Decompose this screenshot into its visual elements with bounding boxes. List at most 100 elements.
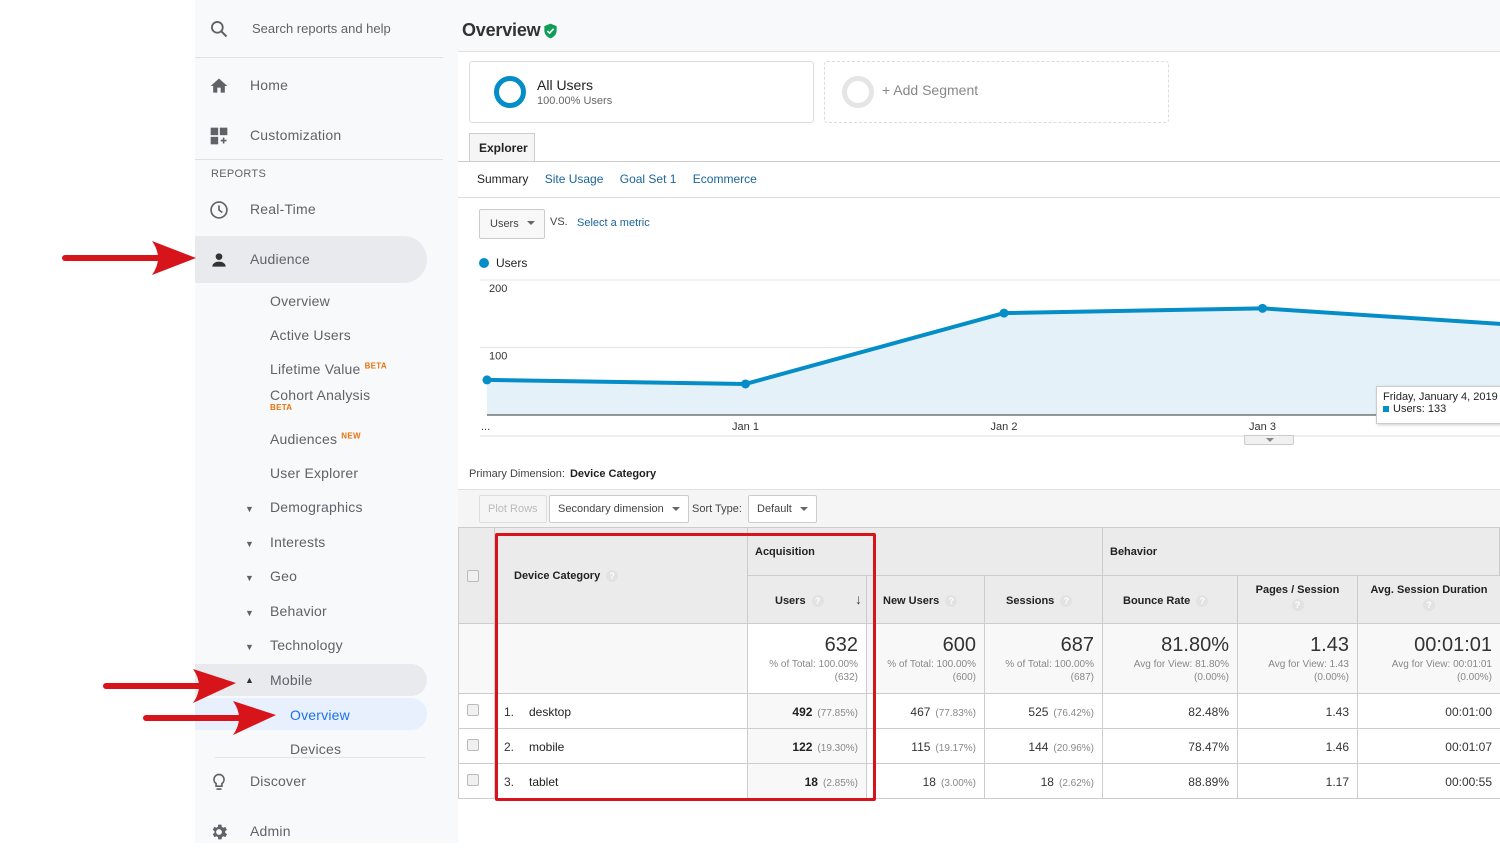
help-icon[interactable]: ? bbox=[1423, 599, 1435, 611]
cell-value: 00:01:07 bbox=[1445, 740, 1492, 754]
sidebar-item-customization[interactable]: Customization bbox=[195, 112, 427, 158]
cell-value: 1.46 bbox=[1325, 740, 1349, 754]
row-index: 3. bbox=[504, 775, 515, 789]
column-header-pages-session[interactable]: Pages / Session ? bbox=[1238, 576, 1358, 624]
cell-value: 144 (20.96%) bbox=[1028, 740, 1094, 754]
total-subtext-line: % of Total: 100.00% bbox=[769, 659, 858, 670]
chart-tooltip: Friday, January 4, 2019 Users: 133 bbox=[1376, 386, 1500, 424]
sidebar-item-technology[interactable]: Technology bbox=[270, 637, 343, 653]
sidebar-item-audiences[interactable]: Audiences NEW bbox=[270, 431, 361, 447]
help-icon[interactable]: ? bbox=[945, 595, 958, 607]
column-header-users[interactable]: Users? ↓ bbox=[748, 576, 867, 624]
help-icon[interactable]: ? bbox=[1291, 599, 1304, 611]
annotation-arrow-audience bbox=[62, 241, 196, 275]
search-reports[interactable]: Search reports and help bbox=[195, 0, 443, 58]
sidebar-item-interests[interactable]: Interests bbox=[270, 534, 326, 550]
add-segment-button[interactable]: + Add Segment bbox=[824, 61, 1169, 123]
column-header-sessions[interactable]: Sessions? bbox=[985, 576, 1103, 624]
secondary-dimension-dropdown[interactable]: Secondary dimension bbox=[549, 495, 689, 523]
chart-area-fill bbox=[487, 308, 1500, 415]
tooltip-title: Friday, January 4, 2019 bbox=[1383, 391, 1498, 403]
total-avg-session-duration: 00:01:01 Avg for View: 00:01:01 (0.00%) bbox=[1358, 624, 1500, 694]
sort-descending-icon[interactable]: ↓ bbox=[855, 591, 862, 607]
sidebar-item-label: Home bbox=[250, 77, 289, 93]
caret-down-icon: ▼ bbox=[245, 573, 254, 583]
sidebar-item-behavior[interactable]: Behavior bbox=[270, 603, 327, 619]
sidebar-item-mobile-devices[interactable]: Devices bbox=[290, 741, 341, 757]
row-checkbox[interactable] bbox=[467, 739, 479, 751]
sidebar-item-user-explorer[interactable]: User Explorer bbox=[270, 465, 358, 481]
divider bbox=[458, 197, 1500, 198]
primary-dimension: Primary Dimension: Device Category bbox=[469, 468, 656, 480]
column-header-new-users[interactable]: New Users? bbox=[867, 576, 985, 624]
column-header-bounce-rate[interactable]: Bounce Rate? bbox=[1103, 576, 1238, 624]
data-point-jan-1[interactable] bbox=[741, 379, 750, 389]
search-input[interactable]: Search reports and help bbox=[252, 21, 391, 36]
cell-value: 18 (3.00%) bbox=[923, 775, 976, 789]
help-icon[interactable]: ? bbox=[811, 595, 824, 607]
subtab-summary[interactable]: Summary bbox=[477, 172, 528, 186]
chart-collapse-handle[interactable] bbox=[1244, 435, 1294, 445]
sidebar-item-admin[interactable]: Admin bbox=[195, 808, 427, 854]
cell-number: 144 bbox=[1028, 740, 1049, 754]
tab-explorer[interactable]: Explorer bbox=[469, 133, 535, 162]
cell-number: 467 bbox=[910, 705, 931, 719]
metric-dropdown-value: Users bbox=[490, 218, 519, 230]
users-line-chart[interactable]: 100 200 ... Jan 1 Jan 2 Jan 3 bbox=[458, 270, 1500, 450]
sort-type-dropdown[interactable]: Default bbox=[748, 495, 817, 523]
page-header: Overview bbox=[458, 0, 1500, 52]
cell-percent: (77.83%) bbox=[935, 708, 976, 719]
metric-dropdown[interactable]: Users bbox=[479, 209, 545, 239]
cell-value: 1.17 bbox=[1325, 775, 1349, 789]
sidebar-item-audience[interactable]: Audience bbox=[195, 236, 427, 283]
row-dimension-link[interactable]: desktop bbox=[529, 705, 571, 719]
total-subtext-line: % of Total: 100.00% bbox=[887, 659, 976, 670]
table-row-dimension: 3. tablet bbox=[495, 764, 748, 799]
cell-value: 00:01:00 bbox=[1445, 705, 1492, 719]
row-checkbox[interactable] bbox=[467, 774, 479, 786]
row-select-cell bbox=[458, 729, 495, 764]
primary-dimension-value[interactable]: Device Category bbox=[570, 468, 656, 480]
sidebar-item-discover[interactable]: Discover bbox=[195, 758, 427, 804]
sidebar-item-cohort-analysis[interactable]: Cohort Analysis bbox=[270, 387, 370, 403]
cell-value: 115 (19.17%) bbox=[911, 740, 976, 754]
subtab-ecommerce[interactable]: Ecommerce bbox=[693, 172, 757, 186]
row-checkbox[interactable] bbox=[467, 704, 479, 716]
cell-users: 122 (19.30%) bbox=[748, 729, 867, 764]
row-index: 2. bbox=[504, 740, 515, 754]
sidebar-item-audience-overview[interactable]: Overview bbox=[270, 293, 330, 309]
help-icon[interactable]: ? bbox=[1196, 595, 1209, 607]
sidebar-item-active-users[interactable]: Active Users bbox=[270, 327, 351, 343]
row-dimension-link[interactable]: tablet bbox=[529, 775, 558, 789]
data-point-jan-2[interactable] bbox=[999, 308, 1009, 318]
tooltip-value: Users: 133 bbox=[1393, 403, 1447, 415]
help-icon[interactable]: ? bbox=[1060, 595, 1073, 607]
beta-badge: BETA bbox=[364, 361, 387, 371]
plot-rows-button[interactable]: Plot Rows bbox=[479, 495, 547, 523]
sidebar-item-realtime[interactable]: Real-Time bbox=[195, 186, 427, 232]
sidebar-item-demographics[interactable]: Demographics bbox=[270, 499, 363, 515]
sidebar-item-geo[interactable]: Geo bbox=[270, 568, 297, 584]
select-metric-link[interactable]: Select a metric bbox=[577, 217, 650, 229]
data-point--[interactable] bbox=[482, 375, 492, 385]
total-subtext-line: (600) bbox=[952, 672, 976, 683]
divider bbox=[195, 159, 443, 160]
sidebar-item-home[interactable]: Home bbox=[195, 62, 427, 108]
subtab-site-usage[interactable]: Site Usage bbox=[545, 172, 604, 186]
total-value: 1.43 bbox=[1310, 634, 1349, 656]
row-dimension-link[interactable]: mobile bbox=[529, 740, 564, 754]
column-header-device-category[interactable]: Device Category? bbox=[495, 527, 748, 624]
group-label: Behavior bbox=[1110, 546, 1158, 558]
column-header-avg-session-duration[interactable]: Avg. Session Duration ? bbox=[1358, 576, 1500, 624]
legend-square-icon bbox=[1383, 406, 1389, 412]
select-all-checkbox[interactable] bbox=[467, 570, 479, 582]
subtab-goal-set-1[interactable]: Goal Set 1 bbox=[620, 172, 677, 186]
sidebar-item-lifetime-value[interactable]: Lifetime Value BETA bbox=[270, 361, 387, 377]
segment-all-users[interactable]: All Users 100.00% Users bbox=[469, 61, 814, 123]
caret-up-icon: ▲ bbox=[245, 675, 254, 685]
cell-value: 122 (19.30%) bbox=[792, 740, 858, 754]
help-icon[interactable]: ? bbox=[606, 570, 619, 582]
cell-percent: (2.85%) bbox=[822, 778, 858, 789]
total-pages-session: 1.43 Avg for View: 1.43 (0.00%) bbox=[1238, 624, 1358, 694]
data-point-jan-3[interactable] bbox=[1258, 303, 1267, 313]
